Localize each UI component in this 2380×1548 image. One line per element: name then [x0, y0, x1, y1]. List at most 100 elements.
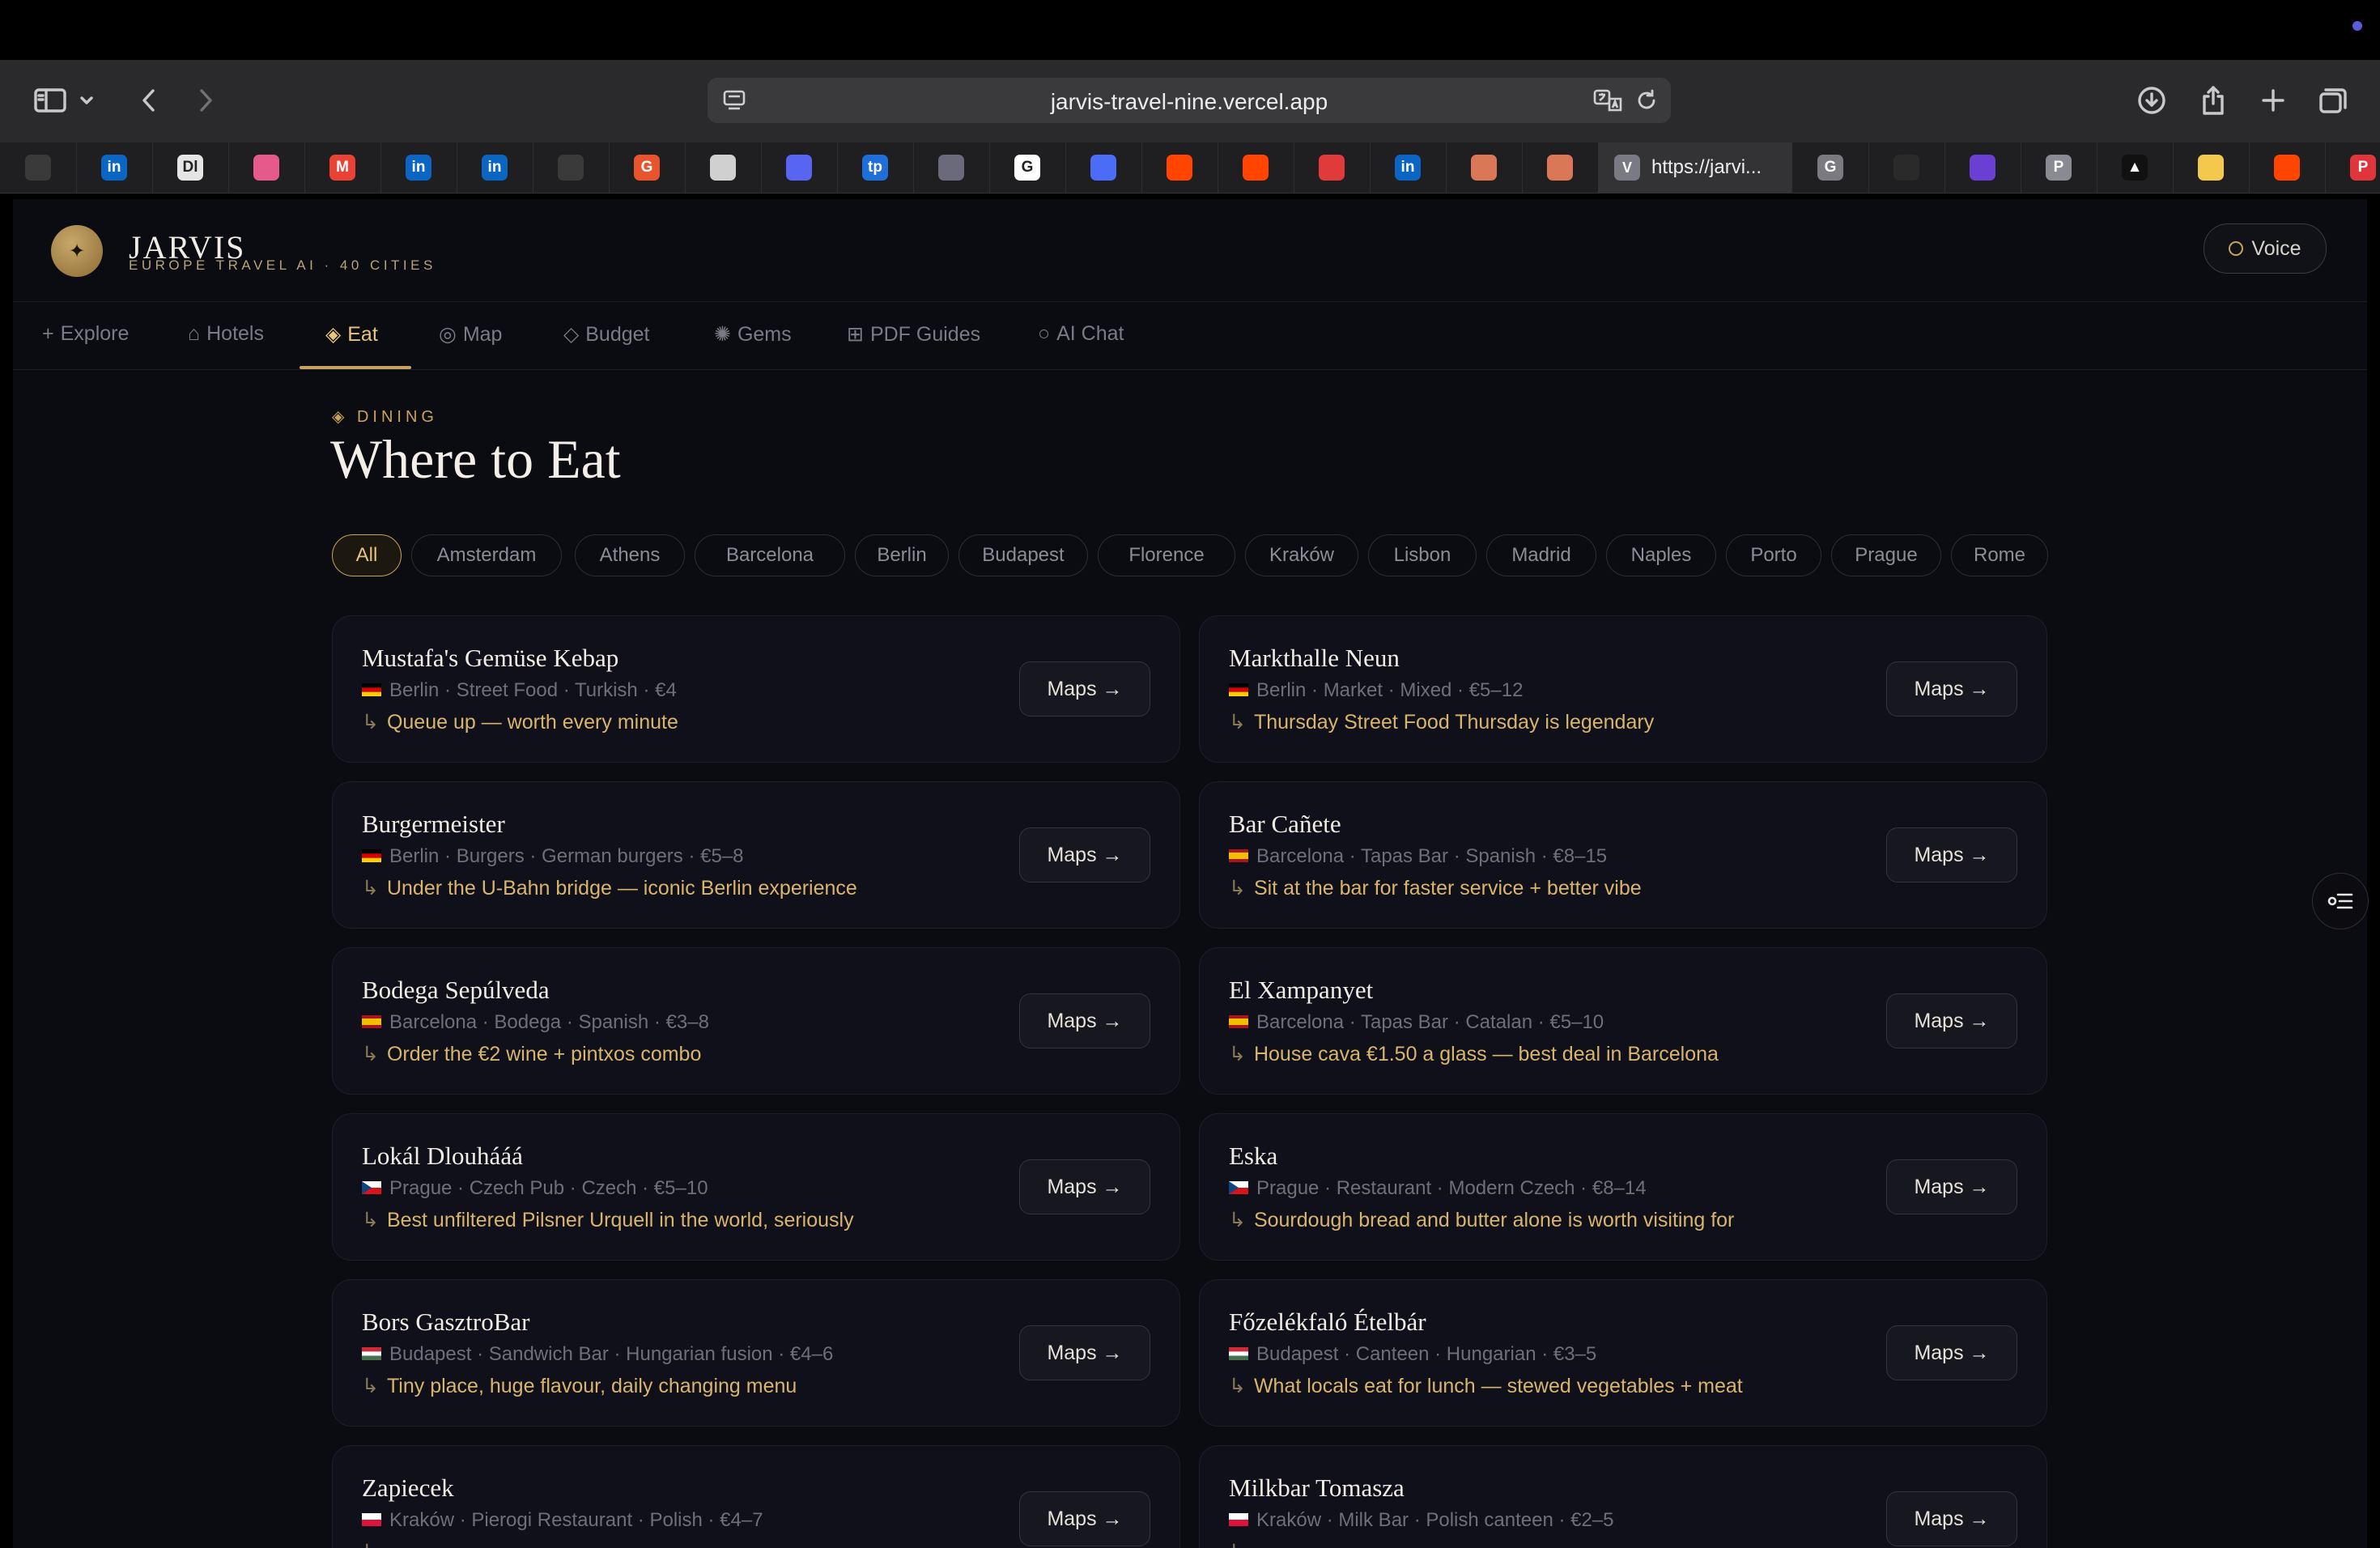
nav-tab-explore[interactable]: + Explore: [42, 322, 129, 346]
browser-tab[interactable]: Dl: [152, 142, 229, 193]
maps-button[interactable]: Maps →: [1886, 1491, 2017, 1546]
browser-tab[interactable]: [685, 142, 762, 193]
sidebar-toggle-icon[interactable]: [31, 81, 70, 120]
filter-chip[interactable]: Naples: [1606, 534, 1716, 576]
browser-tab[interactable]: [1868, 142, 1945, 193]
browser-tab[interactable]: [1065, 142, 1142, 193]
filter-chip[interactable]: Rome: [1951, 534, 2048, 576]
browser-tab[interactable]: [1944, 142, 2021, 193]
filter-chip[interactable]: Budapest: [958, 534, 1088, 576]
maps-button[interactable]: Maps →: [1886, 827, 2017, 882]
city-filter-bar: All Amsterdam Athens Barcelona Berlin Budapes…: [332, 534, 2048, 578]
reader-options-icon[interactable]: [2312, 873, 2369, 929]
browser-tab[interactable]: [2249, 142, 2326, 193]
browser-tab[interactable]: [1294, 142, 1371, 193]
share-icon[interactable]: [2194, 81, 2233, 120]
download-icon[interactable]: [2132, 81, 2171, 120]
nav-tab-gems[interactable]: ✺ Gems: [714, 322, 792, 347]
browser-tab[interactable]: [228, 142, 305, 193]
nav-tab-budget[interactable]: ◇ Budget: [563, 322, 649, 347]
active-tab-indicator: [300, 366, 411, 369]
restaurant-tip: Sourdough bread and butter alone is wort…: [1253, 1209, 1735, 1231]
chevron-down-icon[interactable]: [74, 81, 99, 120]
github-icon: [1893, 155, 1919, 181]
filter-chip[interactable]: Athens: [575, 534, 685, 576]
browser-tab[interactable]: in: [380, 142, 457, 193]
browser-tab[interactable]: [1446, 142, 1523, 193]
restaurant-meta-row: Budapest · Sandwich Bar · Hungarian fusi…: [362, 1343, 833, 1366]
back-icon[interactable]: [130, 81, 168, 120]
translate-icon[interactable]: [1593, 87, 1624, 117]
browser-tab[interactable]: [2173, 142, 2250, 193]
browser-tab[interactable]: G: [609, 142, 686, 193]
nav-tab-label: Hotels: [206, 322, 264, 345]
browser-tab[interactable]: ▲: [2097, 142, 2174, 193]
browser-tab[interactable]: [1141, 142, 1218, 193]
filter-chip[interactable]: All: [332, 534, 402, 576]
browser-tab[interactable]: [1522, 142, 1599, 193]
filter-chip[interactable]: Barcelona: [695, 534, 845, 576]
browser-tab[interactable]: G: [989, 142, 1066, 193]
browser-tab[interactable]: [533, 142, 610, 193]
nav-tab-hotels[interactable]: ⌂ Hotels: [188, 322, 264, 346]
filter-chip[interactable]: Amsterdam: [411, 534, 562, 576]
restaurant-meta-row: Kraków · Milk Bar · Polish canteen · €2–…: [1229, 1509, 1614, 1532]
nav-tab-map[interactable]: ◎ Map: [439, 322, 502, 347]
forward-icon[interactable]: [186, 81, 225, 120]
globe-icon: [710, 155, 736, 181]
restaurant-tip: House cava €1.50 a glass — best deal in …: [1253, 1043, 1719, 1065]
filter-chip[interactable]: Prague: [1831, 534, 1941, 576]
maps-button[interactable]: Maps →: [1019, 993, 1150, 1048]
claude-icon: [1471, 155, 1497, 181]
maps-button[interactable]: Maps →: [1886, 1159, 2017, 1214]
browser-tab[interactable]: [761, 142, 838, 193]
browser-tab[interactable]: P: [2021, 142, 2097, 193]
browser-tab[interactable]: [0, 142, 77, 193]
filter-chip[interactable]: Lisbon: [1368, 534, 1477, 576]
restaurant-tip: Queue up — worth every minute: [386, 711, 678, 734]
browser-tab[interactable]: in: [76, 142, 153, 193]
browser-tab[interactable]: [1218, 142, 1294, 193]
tip-arrow-icon: ↳: [362, 1209, 379, 1231]
gmail-icon: M: [329, 155, 355, 181]
browser-tab[interactable]: G: [1792, 142, 1869, 193]
browser-tab[interactable]: tp: [837, 142, 914, 193]
maps-button[interactable]: Maps →: [1019, 661, 1150, 717]
maps-button[interactable]: Maps →: [1886, 661, 2017, 717]
maps-button[interactable]: Maps →: [1019, 827, 1150, 882]
address-bar[interactable]: jarvis-travel-nine.vercel.app: [708, 78, 1671, 123]
filter-chip[interactable]: Kraków: [1245, 534, 1358, 576]
nav-tab-eat[interactable]: ◈ Eat: [325, 322, 378, 347]
maps-button[interactable]: Maps →: [1019, 1325, 1150, 1380]
new-tab-icon[interactable]: [2254, 81, 2293, 120]
maps-button[interactable]: Maps →: [1886, 1325, 2017, 1380]
voice-button[interactable]: Voice: [2204, 223, 2327, 274]
browser-tab[interactable]: M: [304, 142, 381, 193]
maps-button[interactable]: Maps →: [1886, 993, 2017, 1048]
browser-tab[interactable]: in: [457, 142, 533, 193]
tab-overview-icon[interactable]: [2314, 81, 2352, 120]
linkedin-icon: in: [406, 155, 431, 181]
browser-tab[interactable]: [913, 142, 990, 193]
browser-tab[interactable]: in: [1370, 142, 1447, 193]
section-label: ◈ DINING: [332, 408, 438, 426]
browser-tab[interactable]: P: [2325, 142, 2380, 193]
nav-glyph-icon: ◈: [325, 323, 342, 346]
nav-tab-ai-chat[interactable]: ○ AI Chat: [1038, 322, 1124, 346]
filter-chip[interactable]: Porto: [1726, 534, 1821, 576]
maps-button[interactable]: Maps →: [1019, 1491, 1150, 1546]
nav-tab-pdf-guides[interactable]: ⊞ PDF Guides: [847, 322, 980, 347]
restaurant-name: Markthalle Neun: [1229, 644, 1400, 672]
tip-arrow-icon: ↳: [1229, 711, 1246, 734]
flag-de-icon: [362, 848, 381, 862]
browser-tab-active[interactable]: Vhttps://jarvi...: [1598, 142, 1792, 193]
page-title: Where to Eat: [330, 428, 621, 490]
reload-icon[interactable]: [1634, 87, 1660, 117]
maps-button[interactable]: Maps →: [1019, 1159, 1150, 1214]
cube-icon: [938, 155, 964, 181]
filter-chip[interactable]: Berlin: [855, 534, 949, 576]
restaurant-tip-row: ↳ Queue up — worth every minute: [362, 710, 678, 734]
filter-chip[interactable]: Madrid: [1486, 534, 1596, 576]
restaurant-meta-row: Berlin · Market · Mixed · €5–12: [1229, 679, 1523, 702]
filter-chip[interactable]: Florence: [1098, 534, 1235, 576]
